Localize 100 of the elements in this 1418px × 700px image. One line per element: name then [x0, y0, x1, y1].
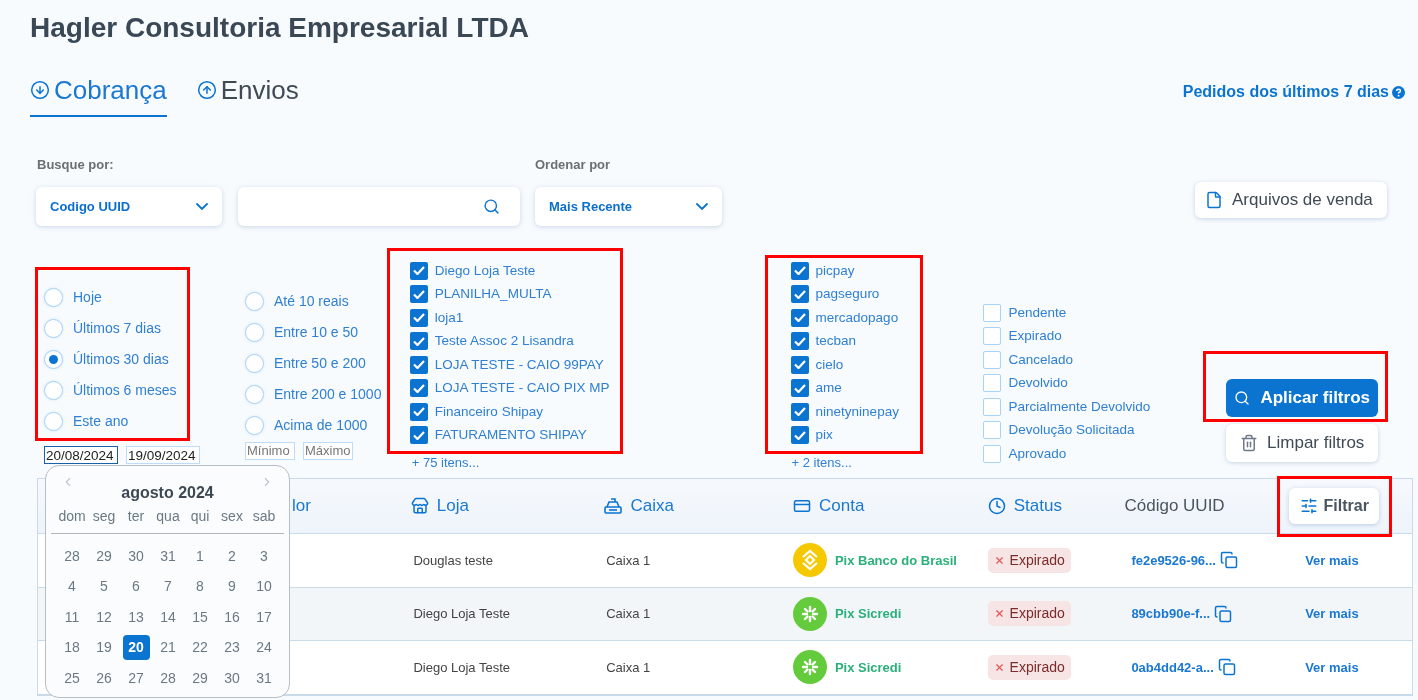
- calendar-day[interactable]: 6: [122, 574, 150, 600]
- sort-select[interactable]: Mais Recente: [535, 187, 722, 226]
- calendar-day[interactable]: 10: [250, 574, 278, 600]
- calendar-day[interactable]: 23: [218, 635, 246, 661]
- radio-button[interactable]: [245, 292, 264, 311]
- calendar-day[interactable]: 27: [122, 665, 150, 691]
- checkbox[interactable]: [790, 261, 809, 280]
- checkbox[interactable]: [983, 421, 1002, 440]
- calendar-day[interactable]: 3: [250, 543, 278, 569]
- checkbox[interactable]: [983, 350, 1002, 369]
- start-date-field[interactable]: 20/08/2024: [44, 446, 118, 464]
- checkbox[interactable]: [409, 426, 428, 445]
- calendar-day[interactable]: 26: [90, 665, 118, 691]
- checkbox[interactable]: [983, 303, 1002, 322]
- copy-icon[interactable]: [1219, 551, 1238, 570]
- calendar-day[interactable]: 31: [154, 543, 182, 569]
- calendar-day[interactable]: 18: [58, 635, 86, 661]
- calendar-day[interactable]: 28: [154, 665, 182, 691]
- period-link[interactable]: Pedidos dos últimos 7 dias: [1182, 80, 1389, 104]
- checkbox[interactable]: [409, 332, 428, 351]
- checkbox-label: Aprovado: [1008, 444, 1067, 463]
- radio-button[interactable]: [245, 385, 264, 404]
- radio-button[interactable]: [245, 354, 264, 373]
- checkbox[interactable]: [983, 374, 1002, 393]
- search-by-select[interactable]: Codigo UUID: [36, 187, 222, 226]
- calendar-day[interactable]: 16: [218, 604, 246, 630]
- checkbox-label: mercadopago: [815, 308, 899, 327]
- calendar-day[interactable]: 30: [218, 665, 246, 691]
- arrow-up-icon: [196, 80, 217, 100]
- calendar-day[interactable]: 17: [250, 604, 278, 630]
- calendar-day[interactable]: 20: [122, 635, 150, 661]
- radio-button[interactable]: [44, 412, 63, 431]
- radio-button[interactable]: [44, 319, 63, 338]
- calendar-day[interactable]: 8: [186, 574, 214, 600]
- copy-icon[interactable]: [1217, 658, 1236, 677]
- checkbox[interactable]: [790, 355, 809, 374]
- radio-button[interactable]: [245, 416, 264, 435]
- end-date-field[interactable]: 19/09/2024: [126, 446, 200, 464]
- checkbox[interactable]: [790, 402, 809, 421]
- calendar-day[interactable]: 5: [90, 574, 118, 600]
- clear-filters-button[interactable]: Limpar filtros: [1226, 424, 1379, 462]
- radio-button[interactable]: [44, 381, 63, 400]
- filter-button[interactable]: Filtrar: [1289, 488, 1380, 524]
- calendar-day[interactable]: 30: [122, 543, 150, 569]
- apply-filters-button[interactable]: Aplicar filtros: [1226, 379, 1379, 417]
- radio-button[interactable]: [44, 350, 63, 369]
- checkbox[interactable]: [983, 444, 1002, 463]
- checkbox-label: picpay: [815, 261, 855, 280]
- checkbox[interactable]: [409, 355, 428, 374]
- checkbox[interactable]: [409, 379, 428, 398]
- search-by-label: Busque por:: [37, 157, 115, 173]
- calendar-day[interactable]: 21: [154, 635, 182, 661]
- calendar-day[interactable]: 25: [58, 665, 86, 691]
- checkbox[interactable]: [409, 261, 428, 280]
- checkbox[interactable]: [409, 402, 428, 421]
- checkbox[interactable]: [790, 308, 809, 327]
- calendar-day[interactable]: 7: [154, 574, 182, 600]
- calendar-day[interactable]: 28: [58, 543, 86, 569]
- minimum-field[interactable]: Mínimo: [245, 442, 295, 460]
- calendar-day[interactable]: 2: [218, 543, 246, 569]
- calendar-day[interactable]: 12: [90, 604, 118, 630]
- checkbox[interactable]: [983, 327, 1002, 346]
- calendar-day[interactable]: 29: [90, 543, 118, 569]
- calendar-day[interactable]: 15: [186, 604, 214, 630]
- calendar-day[interactable]: 4: [58, 574, 86, 600]
- tab[interactable]: Cobrança: [30, 74, 167, 117]
- calendar-day[interactable]: 29: [186, 665, 214, 691]
- maximum-field[interactable]: Máximo: [303, 442, 353, 460]
- more-items-link[interactable]: + 2 itens...: [791, 455, 924, 471]
- check-icon: [412, 313, 425, 323]
- checkbox[interactable]: [790, 285, 809, 304]
- see-more-link[interactable]: Ver mais: [1305, 552, 1359, 568]
- calendar-day[interactable]: 19: [90, 635, 118, 661]
- calendar-day[interactable]: 24: [250, 635, 278, 661]
- see-more-link[interactable]: Ver mais: [1305, 659, 1359, 675]
- checkbox-label: Parcialmente Devolvido: [1008, 397, 1151, 416]
- help-icon[interactable]: [1392, 85, 1405, 99]
- checkbox[interactable]: [409, 308, 428, 327]
- calendar-day[interactable]: 22: [186, 635, 214, 661]
- search-icon[interactable]: [483, 198, 500, 215]
- search-field[interactable]: [238, 187, 520, 226]
- checkbox[interactable]: [409, 285, 428, 304]
- tab[interactable]: Envios: [196, 74, 299, 117]
- calendar-day[interactable]: 14: [154, 604, 182, 630]
- radio-button[interactable]: [44, 288, 63, 307]
- more-items-link[interactable]: + 75 itens...: [411, 455, 623, 471]
- copy-icon[interactable]: [1214, 604, 1233, 623]
- see-more-link[interactable]: Ver mais: [1305, 606, 1359, 621]
- calendar-day[interactable]: 13: [122, 604, 150, 630]
- checkbox[interactable]: [790, 379, 809, 398]
- checkbox[interactable]: [790, 426, 809, 445]
- sales-files-button[interactable]: Arquivos de venda: [1195, 182, 1387, 218]
- checkbox[interactable]: [983, 397, 1002, 416]
- radio-button[interactable]: [245, 323, 264, 342]
- checkbox[interactable]: [790, 332, 809, 351]
- calendar-day[interactable]: 1: [186, 543, 214, 569]
- cross-icon: [993, 608, 1005, 620]
- calendar-day[interactable]: 11: [58, 604, 86, 630]
- calendar-day[interactable]: 9: [218, 574, 246, 600]
- calendar-day[interactable]: 31: [250, 665, 278, 691]
